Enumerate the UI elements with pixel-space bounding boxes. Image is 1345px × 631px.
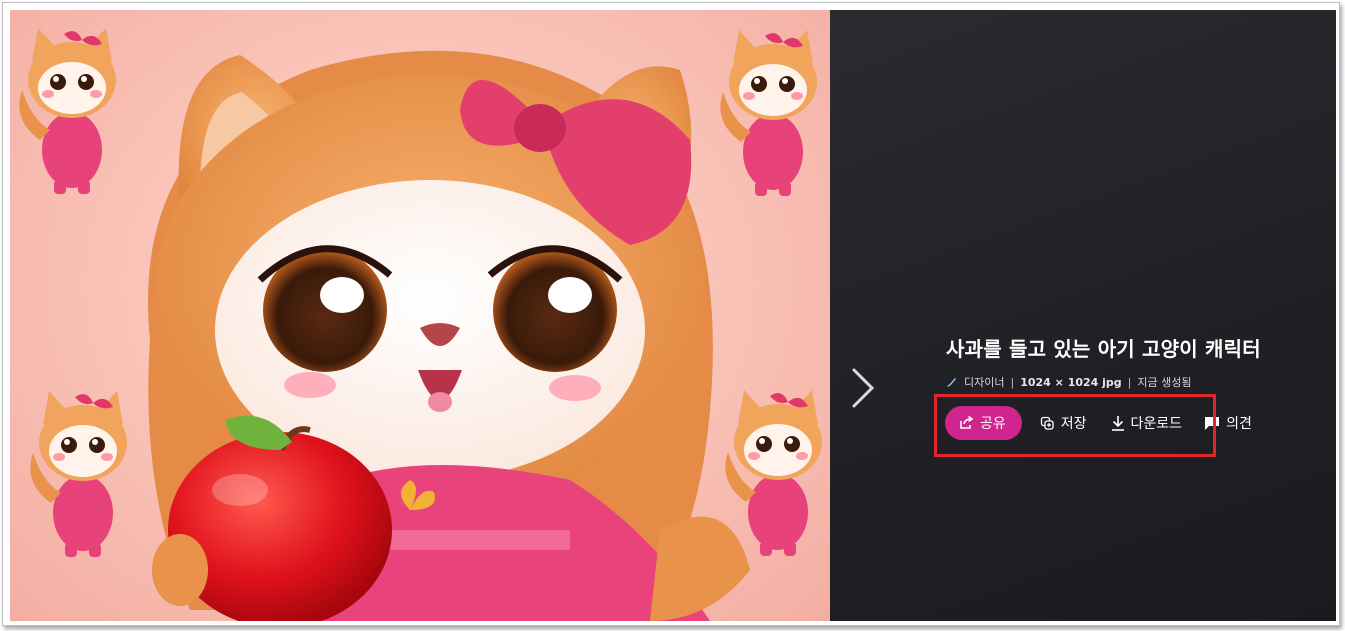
share-button[interactable]: 공유 bbox=[945, 406, 1022, 440]
generation-status: 지금 생성됨 bbox=[1137, 376, 1192, 389]
action-bar: 공유 저장 다운로드 의견 bbox=[945, 406, 1262, 440]
designer-icon bbox=[947, 378, 956, 387]
creator-label: 디자이너 bbox=[964, 376, 1005, 389]
feedback-button[interactable]: 의견 bbox=[1194, 406, 1262, 440]
download-label: 다운로드 bbox=[1130, 416, 1183, 432]
chevron-right-icon bbox=[852, 368, 875, 408]
generated-image[interactable] bbox=[10, 10, 830, 621]
image-viewer bbox=[10, 10, 1336, 621]
save-button[interactable]: 저장 bbox=[1030, 406, 1097, 440]
cat-illustration bbox=[19, 28, 822, 621]
next-image-button[interactable] bbox=[848, 360, 878, 416]
image-meta: 디자이너 | 1024 × 1024 jpg | 지금 생성됨 bbox=[946, 374, 1192, 390]
save-icon bbox=[1040, 416, 1054, 430]
feedback-label: 의견 bbox=[1226, 416, 1252, 432]
download-button[interactable]: 다운로드 bbox=[1101, 406, 1193, 440]
details-panel bbox=[830, 10, 1336, 621]
meta-separator: | bbox=[1127, 375, 1132, 389]
save-label: 저장 bbox=[1060, 416, 1087, 432]
image-dimensions: 1024 × 1024 jpg bbox=[1020, 375, 1122, 389]
image-title: 사과를 들고 있는 아기 고양이 캐릭터 bbox=[946, 337, 1261, 361]
download-icon bbox=[1111, 416, 1124, 431]
share-label: 공유 bbox=[980, 416, 1006, 432]
meta-separator: | bbox=[1010, 375, 1015, 389]
window-frame bbox=[2, 2, 1340, 626]
comment-icon bbox=[1205, 416, 1220, 430]
share-icon bbox=[960, 416, 974, 429]
